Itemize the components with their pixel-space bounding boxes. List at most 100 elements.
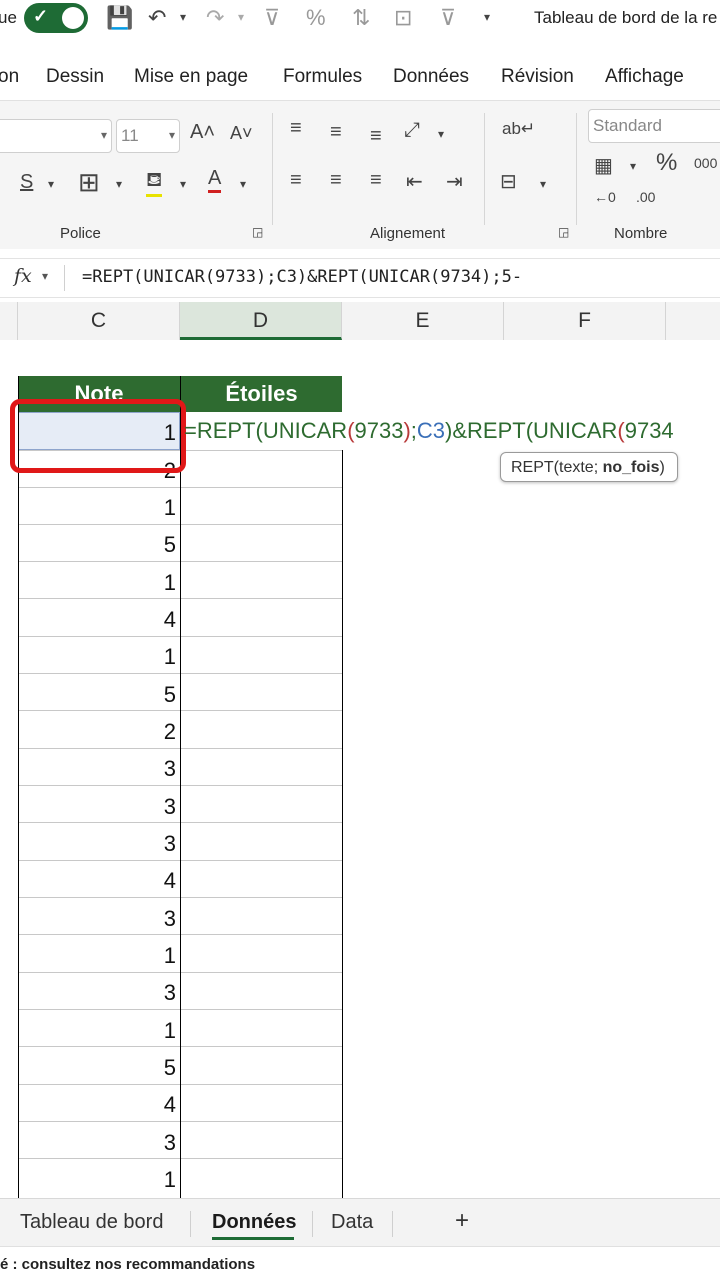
align-left-icon[interactable]: ≡: [290, 169, 302, 192]
chevron-down-icon[interactable]: ▾: [630, 159, 636, 173]
fx-icon[interactable]: fx: [14, 265, 32, 287]
tab-donnees[interactable]: Données: [393, 66, 469, 88]
formula-cell-ref: C3: [416, 418, 446, 443]
sheet-tab-data[interactable]: Data: [331, 1211, 373, 1234]
formula-input[interactable]: =REPT(UNICAR(9733);C3)&REPT(UNICAR(9734)…: [82, 267, 522, 287]
align-right-icon[interactable]: ≡: [370, 169, 382, 192]
percent-icon[interactable]: %: [656, 149, 677, 177]
align-top-icon[interactable]: ≡: [290, 117, 302, 140]
tab-mise-en-page[interactable]: Mise en page: [134, 66, 248, 88]
undo-dropdown-icon[interactable]: ▾: [180, 10, 186, 24]
tooltip-arg[interactable]: no_fois: [603, 459, 660, 476]
note-cell[interactable]: 1: [18, 937, 176, 974]
sort-icon[interactable]: ⇅: [352, 5, 370, 31]
chevron-down-icon[interactable]: ▾: [180, 177, 186, 191]
column-header-f[interactable]: F: [504, 302, 666, 340]
note-cell[interactable]: 1: [18, 1161, 176, 1198]
undo-icon[interactable]: ↶: [148, 5, 166, 31]
tooltip-text: REPT(texte;: [511, 459, 603, 476]
tab-formules[interactable]: Formules: [283, 66, 362, 88]
thousands-separator-icon[interactable]: 000: [694, 155, 717, 171]
note-cell[interactable]: 1: [18, 638, 176, 675]
align-bottom-icon[interactable]: ≡: [370, 125, 382, 148]
chevron-down-icon: ▾: [100, 128, 107, 142]
autosave-toggle[interactable]: ✓: [24, 3, 88, 33]
note-cell[interactable]: 2: [18, 713, 176, 750]
save-icon[interactable]: 💾: [106, 5, 133, 31]
dialog-launcher-icon[interactable]: ◲: [252, 225, 263, 239]
chevron-down-icon[interactable]: ▾: [116, 177, 122, 191]
fill-color-icon[interactable]: ⛾: [146, 169, 163, 197]
column-header-partial[interactable]: [0, 302, 18, 340]
merge-center-icon[interactable]: ⊟: [500, 169, 517, 194]
chevron-down-icon[interactable]: ▾: [240, 177, 246, 191]
formula-token: =REPT(UNICAR: [184, 418, 348, 443]
tab-affichage-partial[interactable]: on: [0, 66, 19, 88]
chevron-down-icon[interactable]: ▾: [540, 177, 546, 191]
align-center-icon[interactable]: ≡: [330, 169, 342, 192]
orientation-icon[interactable]: ⤢: [404, 119, 420, 142]
decrease-indent-icon[interactable]: ⇤: [406, 169, 423, 194]
sheet-tabs: Tableau de bord Données Data +: [0, 1198, 720, 1247]
table-border-right: [342, 450, 343, 1198]
note-cell[interactable]: 5: [18, 526, 176, 563]
increase-indent-icon[interactable]: ⇥: [446, 169, 463, 194]
sheet-tab-tableau-de-bord[interactable]: Tableau de bord: [20, 1211, 163, 1234]
status-text[interactable]: é : consultez nos recommandations: [0, 1256, 255, 1273]
decrease-font-icon[interactable]: A˅: [230, 123, 253, 144]
tab-revision[interactable]: Révision: [501, 66, 574, 88]
window-title: Tableau de bord de la re: [534, 8, 718, 27]
redo-dropdown-icon[interactable]: ▾: [238, 10, 244, 24]
note-cell[interactable]: 3: [18, 974, 176, 1011]
note-cell[interactable]: 5: [18, 1049, 176, 1086]
dialog-launcher-icon[interactable]: ◲: [558, 225, 569, 239]
increase-font-icon[interactable]: A˄: [190, 121, 215, 144]
note-cell[interactable]: 3: [18, 900, 176, 937]
group-divider: [576, 113, 577, 225]
chevron-down-icon[interactable]: ▾: [48, 177, 54, 191]
tab-affichage[interactable]: Affichage: [605, 66, 684, 88]
number-format-select[interactable]: Standard: [588, 109, 720, 143]
note-cell[interactable]: 4: [18, 1086, 176, 1123]
note-cell[interactable]: 1: [18, 489, 176, 526]
accounting-format-icon[interactable]: ▦: [594, 153, 613, 178]
note-cell[interactable]: 1: [18, 1012, 176, 1049]
tab-dessin[interactable]: Dessin: [46, 66, 104, 88]
note-cell[interactable]: 3: [18, 825, 176, 862]
font-name-select[interactable]: ▾: [0, 119, 112, 153]
table-border-middle: [180, 376, 181, 1198]
note-cell[interactable]: 4: [18, 862, 176, 899]
note-cell[interactable]: 3: [18, 750, 176, 787]
column-header-d[interactable]: D: [180, 302, 342, 340]
font-size-select[interactable]: 11 ▾: [116, 119, 180, 153]
decrease-decimal-icon[interactable]: ←0: [594, 189, 616, 205]
table-header-etoiles[interactable]: Étoiles: [181, 376, 342, 412]
worksheet-grid[interactable]: Note Étoiles 1 2 1 5 1 4 1 5 2 3 3 3 4 3…: [0, 340, 720, 1198]
note-cell[interactable]: 3: [18, 1124, 176, 1161]
note-cell[interactable]: 1: [18, 564, 176, 601]
tab-divider: [190, 1211, 191, 1237]
sheet-tab-donnees[interactable]: Données: [212, 1211, 296, 1234]
customize-quick-access-icon[interactable]: ▾: [484, 10, 490, 24]
chevron-down-icon[interactable]: ▾: [438, 127, 444, 141]
filter-clear-icon[interactable]: ⊽: [264, 5, 280, 31]
select-all-icon[interactable]: ⊡: [394, 5, 412, 31]
status-bar: é : consultez nos recommandations: [0, 1246, 720, 1281]
format-icon[interactable]: ⊽: [440, 5, 456, 31]
redo-icon[interactable]: ↷: [206, 5, 224, 31]
percent-style-icon[interactable]: %: [306, 5, 326, 31]
note-cell[interactable]: 5: [18, 676, 176, 713]
wrap-text-icon[interactable]: ab↵: [502, 119, 535, 139]
borders-icon[interactable]: ⊞: [78, 167, 100, 198]
font-color-icon[interactable]: A: [208, 167, 222, 193]
note-cell[interactable]: 4: [18, 601, 176, 638]
align-middle-icon[interactable]: ≡: [330, 121, 342, 144]
note-cell[interactable]: 3: [18, 788, 176, 825]
column-header-c[interactable]: C: [18, 302, 180, 340]
chevron-down-icon[interactable]: ▾: [42, 269, 48, 283]
add-sheet-icon[interactable]: +: [455, 1207, 469, 1235]
in-cell-formula-editor[interactable]: =REPT(UNICAR(9733);C3)&REPT(UNICAR(9734: [184, 418, 674, 444]
underline-icon[interactable]: S: [20, 171, 33, 194]
increase-decimal-icon[interactable]: .00: [636, 189, 655, 205]
column-header-e[interactable]: E: [342, 302, 504, 340]
